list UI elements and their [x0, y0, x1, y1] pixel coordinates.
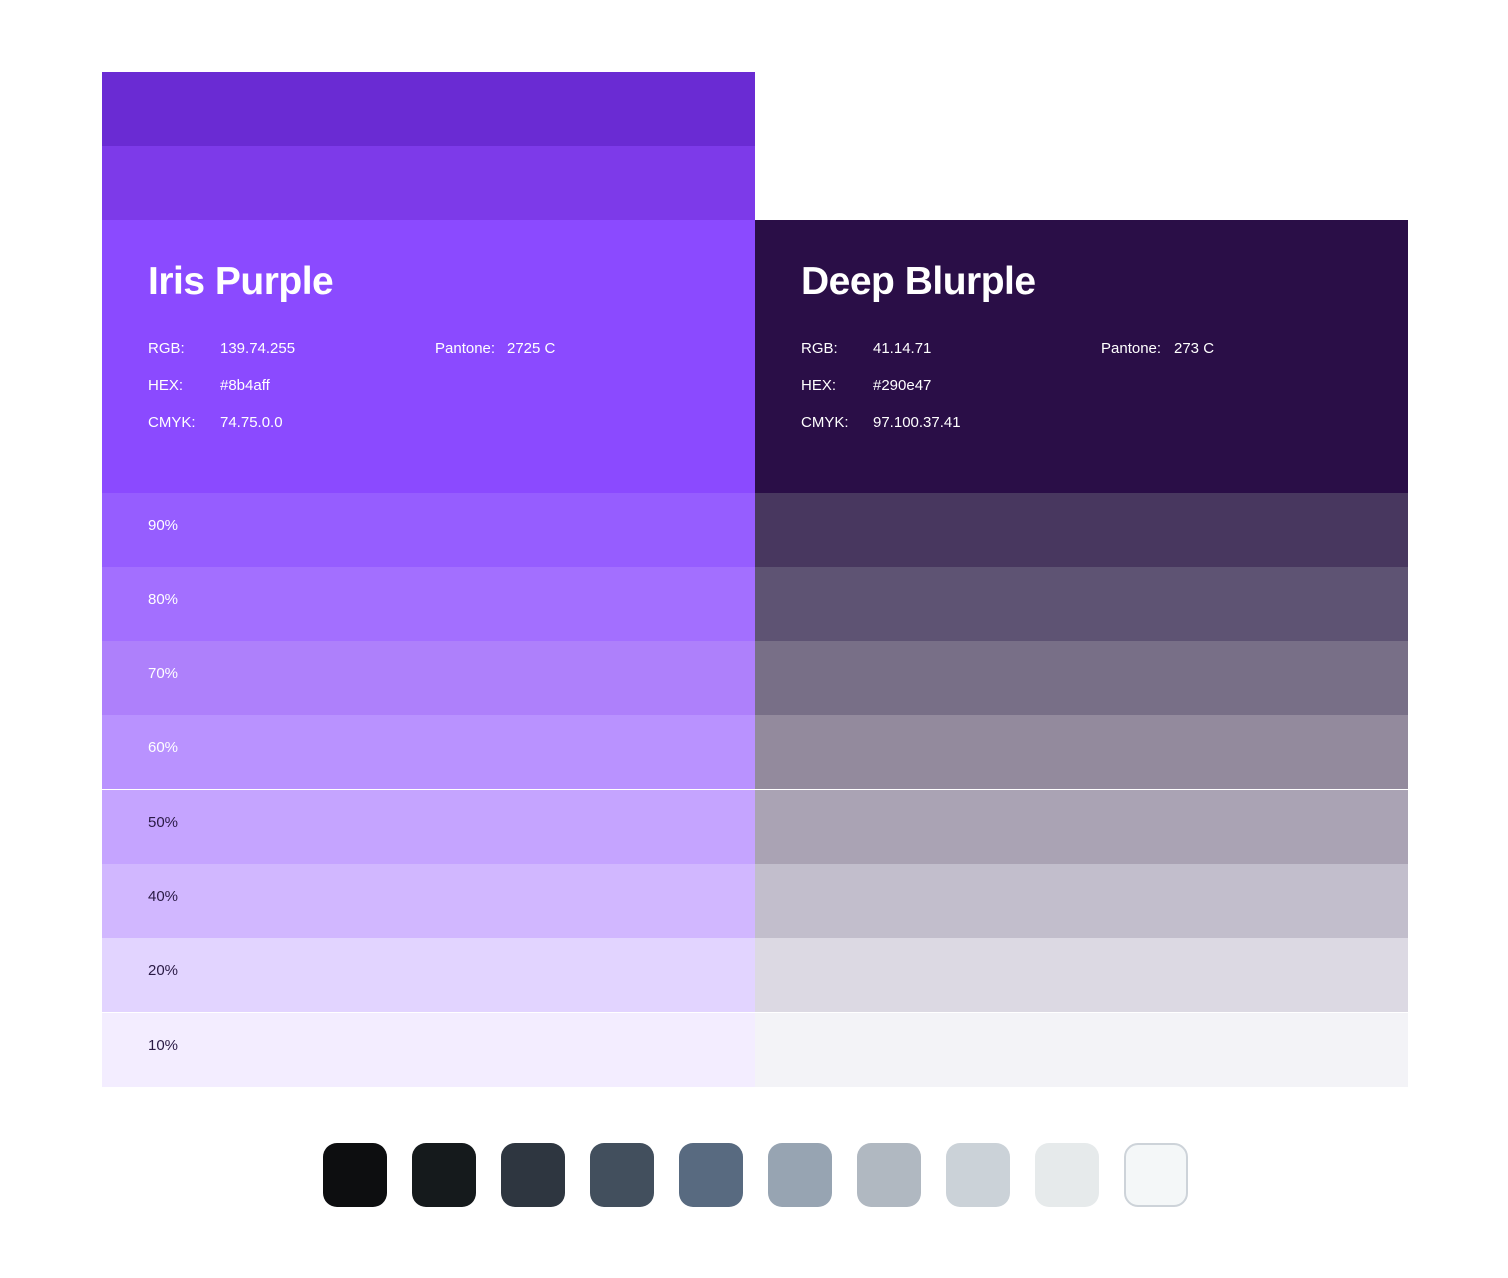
deep-blurple-title: Deep Blurple [801, 260, 1036, 303]
tint-label: 40% [148, 888, 179, 905]
blurple-tint-row [755, 864, 1408, 938]
iris-tint-row: 10% [102, 1013, 755, 1087]
iris-shade-dark [102, 72, 755, 146]
tint-label: 60% [148, 739, 179, 756]
iris-cmyk-value: 74.75.0.0 [220, 414, 283, 431]
neutral-swatch [412, 1143, 476, 1207]
neutral-swatch [1124, 1143, 1188, 1207]
iris-cmyk-label: CMYK: [148, 414, 196, 431]
neutral-swatch [590, 1143, 654, 1207]
neutral-swatch [501, 1143, 565, 1207]
iris-tint-row: 80% [102, 567, 755, 641]
iris-tint-row: 20% [102, 938, 755, 1012]
blurple-tint-row [755, 641, 1408, 715]
blurple-tint-row [755, 493, 1408, 567]
blurple-tint-row [755, 715, 1408, 789]
blurple-cmyk-label: CMYK: [801, 414, 849, 431]
blurple-rgb-label: RGB: [801, 340, 838, 357]
blurple-pantone-value: 273 C [1174, 340, 1215, 357]
neutral-swatch [1035, 1143, 1099, 1207]
neutral-swatch [946, 1143, 1010, 1207]
iris-rgb-label: RGB: [148, 340, 185, 357]
deep-blurple-panel: Deep Blurple RGB: 41.14.71 HEX: #290e47 … [755, 220, 1408, 493]
blurple-tint-row [755, 567, 1408, 641]
iris-pantone-label: Pantone: [435, 340, 496, 357]
iris-pantone-value: 2725 C [507, 340, 556, 357]
blurple-hex-label: HEX: [801, 377, 837, 394]
neutral-swatch [679, 1143, 743, 1207]
blurple-rgb-value: 41.14.71 [873, 340, 932, 357]
neutral-swatch [857, 1143, 921, 1207]
tint-label: 70% [148, 665, 179, 682]
iris-hex-label: HEX: [148, 377, 184, 394]
blurple-tint-row [755, 938, 1408, 1012]
tint-label: 10% [148, 1037, 179, 1054]
tint-label: 50% [148, 814, 179, 831]
iris-tint-row: 90% [102, 493, 755, 567]
tint-label: 80% [148, 591, 179, 608]
neutral-swatch [768, 1143, 832, 1207]
iris-tint-row: 50% [102, 790, 755, 864]
iris-tint-row: 40% [102, 864, 755, 938]
blurple-pantone-label: Pantone: [1101, 340, 1162, 357]
tint-label: 20% [148, 962, 179, 979]
blurple-tint-row [755, 790, 1408, 864]
iris-shade-medium [102, 146, 755, 220]
iris-purple-title: Iris Purple [148, 260, 334, 303]
iris-hex-value: #8b4aff [220, 377, 270, 394]
blurple-tint-row [755, 1013, 1408, 1087]
blurple-hex-value: #290e47 [873, 377, 932, 394]
neutral-swatch [323, 1143, 387, 1207]
blurple-cmyk-value: 97.100.37.41 [873, 414, 961, 431]
iris-rgb-value: 139.74.255 [220, 340, 296, 357]
iris-purple-panel: Iris Purple RGB: 139.74.255 HEX: #8b4aff… [102, 220, 755, 493]
iris-tint-row: 70% [102, 641, 755, 715]
tint-label: 90% [148, 517, 179, 534]
iris-tint-row: 60% [102, 715, 755, 789]
